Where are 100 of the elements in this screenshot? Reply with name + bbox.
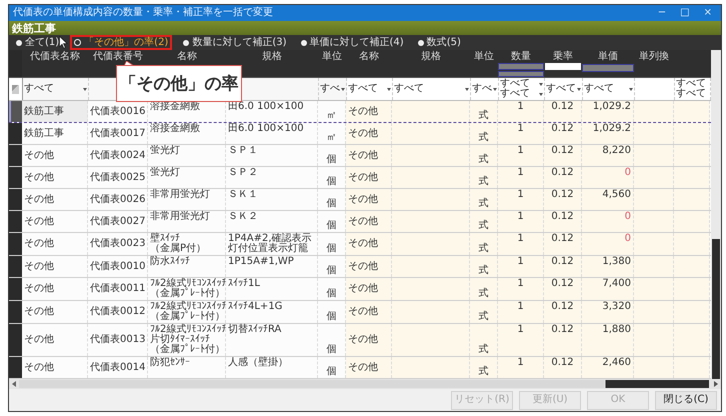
window-title: 代価表の単価構成内容の数量・乗率・補正率を一括で変更 (13, 7, 273, 19)
table-cell: 1 (498, 189, 544, 210)
cell-text: 片切ﾀｲﾏｰｽｲｯﾁ (150, 335, 210, 345)
mode-radio[interactable]: 全て(1) (13, 36, 62, 49)
table-cell: その他 (346, 324, 392, 356)
cell-text: 蛍光灯 (150, 168, 180, 178)
mode-radio[interactable]: 「その他」の率(2) (70, 35, 172, 50)
table-cell (634, 145, 674, 166)
column-header[interactable]: 単価 (598, 51, 618, 62)
table-cell (634, 278, 674, 300)
table-cell (634, 123, 674, 144)
table-cell: 0.12 (544, 123, 582, 144)
table-cell: その他 (346, 167, 392, 188)
filter-dropdown[interactable]: すべて (675, 89, 710, 99)
table-cell: 式 (470, 189, 498, 210)
table-cell: 2,460 (582, 357, 634, 378)
table-cell: 式 (470, 357, 498, 378)
column-header[interactable]: 単列換 (639, 51, 669, 62)
cell-text: 非常用蛍光灯 (150, 190, 210, 200)
table-cell (634, 233, 674, 255)
scrollbar-thumb[interactable] (19, 380, 709, 388)
cell-text: 溶接金網敷 (150, 124, 200, 134)
column-header[interactable]: 名称 (359, 51, 379, 62)
table-cell: その他 (346, 278, 392, 300)
table-cell (634, 101, 674, 122)
close-button[interactable]: × (698, 6, 717, 20)
table-cell: 代価表0010 (88, 256, 148, 277)
cell-text: ﾌﾙ2線式ﾘﾓｺﾝｽｲｯﾁ (150, 279, 226, 289)
cell-text: ﾌﾙ2線式ﾘﾓｺﾝｽｲｯﾁ (150, 325, 226, 335)
column-header[interactable]: 規格 (262, 51, 282, 62)
callout-label: 「その他」の率 (116, 65, 242, 102)
table-cell (634, 189, 674, 210)
table-cell (634, 211, 674, 232)
table-cell: 1 (498, 123, 544, 144)
table-cell: 0 (582, 233, 634, 255)
table-cell: 7,400 (582, 278, 634, 300)
column-header[interactable]: 数量 (511, 51, 531, 62)
table-cell: その他 (22, 278, 88, 300)
table-cell: その他 (22, 189, 88, 210)
table-cell (674, 256, 710, 277)
table-cell: 1,880 (582, 324, 634, 356)
maximize-button[interactable]: □ (675, 6, 695, 20)
table-cell: その他 (346, 123, 392, 144)
dialog-button[interactable]: 閉じる(C) (655, 390, 717, 410)
table-cell: 代価表0011 (88, 278, 148, 300)
table-cell: 1 (498, 233, 544, 255)
table-cell (674, 357, 710, 378)
table-cell: 0.12 (544, 278, 582, 300)
cell-text: （金属ﾌﾟﾚｰﾄ付） (150, 312, 226, 322)
header-field[interactable] (582, 64, 634, 72)
cell-text: ﾌﾙ2線式ﾘﾓｺﾝｽｲｯﾁ (150, 302, 226, 312)
header-field[interactable] (545, 63, 581, 70)
column-header[interactable]: 規格 (421, 51, 441, 62)
cell-text: 防水ｽｲｯﾁ (150, 257, 190, 267)
table-cell: 8,220 (582, 145, 634, 166)
column-header[interactable]: 名称 (177, 51, 197, 62)
pencil-icon (12, 84, 19, 94)
table-cell: その他 (346, 233, 392, 255)
table-cell: 1 (498, 167, 544, 188)
column-header[interactable]: 代価表名称 (30, 51, 80, 62)
table-cell: 1 (498, 278, 544, 300)
table-cell: 0.12 (544, 324, 582, 356)
row-header[interactable] (9, 101, 22, 122)
table-cell: ＳＰ１ (226, 145, 318, 166)
horizontal-scrollbar[interactable] (9, 379, 721, 389)
table-cell: 0 (582, 211, 634, 232)
column-header[interactable]: 乗率 (553, 51, 573, 62)
table-cell: 式 (470, 233, 498, 255)
table-cell: その他 (22, 301, 88, 323)
column-header[interactable]: 単位 (474, 51, 494, 62)
vertical-scrollbar[interactable] (711, 50, 721, 379)
mode-radio[interactable]: 単価に対して補正(4) (298, 36, 407, 49)
table-cell: その他 (346, 357, 392, 378)
cell-text: （金属P付） (150, 244, 206, 254)
table-cell: 代価表0014 (88, 357, 148, 378)
table-cell: 3,320 (582, 301, 634, 323)
table-cell: 0.12 (544, 101, 582, 122)
table-cell: 代価表0024 (88, 145, 148, 166)
filter-dropdown[interactable]: すべて (675, 79, 710, 89)
mode-radio[interactable]: 数式(5) (414, 36, 464, 49)
scrollbar-thumb[interactable] (712, 239, 720, 379)
table-cell: 式 (470, 301, 498, 323)
radio-icon (16, 40, 22, 46)
cell-text: 蛍光灯 (150, 146, 180, 156)
header-field[interactable] (498, 63, 544, 70)
cursor-icon (59, 36, 68, 49)
table-cell: その他 (346, 301, 392, 323)
column-header[interactable]: 単位 (322, 51, 342, 62)
table-cell (674, 324, 710, 356)
table-cell: ＳＰ２ (226, 167, 318, 188)
table-cell: 1 (498, 256, 544, 277)
table-cell: ｽｲｯﾁ1L (226, 278, 318, 300)
mode-radio[interactable]: 数量に対して補正(3) (180, 36, 290, 49)
table-cell: 0.12 (544, 189, 582, 210)
header-field[interactable] (498, 70, 544, 77)
column-header[interactable]: 代価表番号 (93, 51, 143, 62)
table-cell: 1P4A#2,確認表示灯付位置表示灯籠 (226, 233, 318, 255)
cell-text: 壁ｽｲｯﾁ (150, 234, 181, 244)
table-cell (674, 278, 710, 300)
minimize-button[interactable]: − (652, 6, 672, 20)
